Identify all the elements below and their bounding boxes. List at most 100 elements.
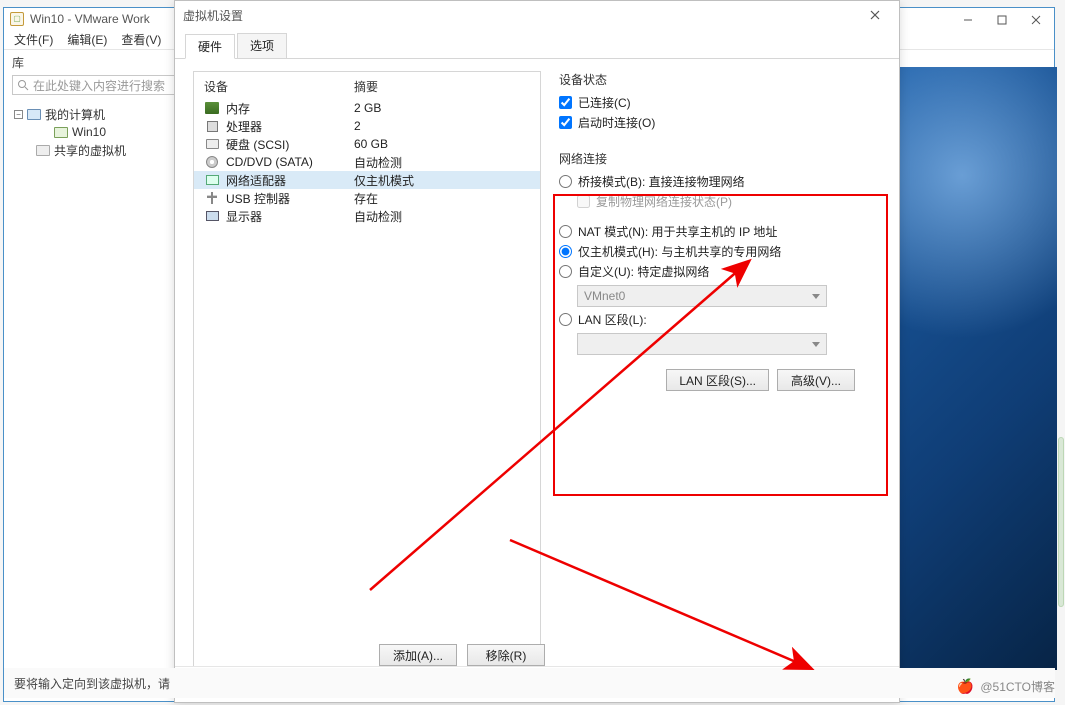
app-icon: ▢ bbox=[10, 12, 24, 26]
minimize-button[interactable] bbox=[951, 9, 985, 31]
vmnet-select: VMnet0 bbox=[577, 285, 827, 307]
connected-checkbox-input[interactable] bbox=[559, 96, 572, 109]
col-summary: 摘要 bbox=[354, 78, 530, 95]
connect-poweron-checkbox[interactable]: 启动时连接(O) bbox=[559, 112, 877, 132]
device-state-title: 设备状态 bbox=[559, 71, 877, 92]
status-bar: 要将输入定向到该虚拟机，请 bbox=[4, 668, 1055, 698]
chevron-down-icon bbox=[812, 342, 820, 347]
usb-icon bbox=[204, 191, 220, 205]
menu-file[interactable]: 文件(F) bbox=[14, 31, 53, 48]
window-title: Win10 - VMware Work bbox=[30, 8, 150, 30]
hardware-list-panel: 设备 摘要 内存 2 GB 处理器 2 硬盘 (SCSI) 60 GB CD/DVD (SA… bbox=[193, 71, 541, 677]
tree-shared-label: 共享的虚拟机 bbox=[54, 142, 126, 159]
lan-segment-select bbox=[577, 333, 827, 355]
chevron-down-icon bbox=[812, 294, 820, 299]
hw-name: USB 控制器 bbox=[226, 190, 290, 207]
hw-summary: 自动检测 bbox=[354, 208, 530, 225]
hw-name: 网络适配器 bbox=[226, 172, 286, 189]
lan-segment-label: LAN 区段(L): bbox=[578, 311, 647, 328]
hw-summary: 自动检测 bbox=[354, 154, 530, 171]
tree-root-label: 我的计算机 bbox=[45, 106, 105, 123]
apple-icon: 🍎 bbox=[957, 678, 974, 695]
nat-label: NAT 模式(N): 用于共享主机的 IP 地址 bbox=[578, 223, 777, 240]
hw-row-disk[interactable]: 硬盘 (SCSI) 60 GB bbox=[194, 135, 540, 153]
search-icon bbox=[17, 79, 29, 91]
vm-settings-dialog: 虚拟机设置 硬件 选项 设备 摘要 内存 2 GB 处理器 2 硬盘 (SCSI) 60 … bbox=[174, 0, 900, 703]
custom-radio-input[interactable] bbox=[559, 265, 572, 278]
replicate-label: 复制物理网络连接状态(P) bbox=[596, 193, 732, 210]
hw-name: 处理器 bbox=[226, 118, 262, 135]
computer-icon bbox=[27, 109, 41, 120]
hostonly-radio-input[interactable] bbox=[559, 245, 572, 258]
tab-options[interactable]: 选项 bbox=[237, 33, 287, 58]
hostonly-radio[interactable]: 仅主机模式(H): 与主机共享的专用网络 bbox=[559, 241, 877, 261]
bridged-radio-input[interactable] bbox=[559, 175, 572, 188]
close-button[interactable] bbox=[1019, 9, 1053, 31]
tree-vm-label: Win10 bbox=[72, 125, 106, 139]
custom-radio[interactable]: 自定义(U): 特定虚拟网络 bbox=[559, 261, 877, 281]
connected-label: 已连接(C) bbox=[578, 94, 631, 111]
dialog-title: 虚拟机设置 bbox=[183, 7, 243, 24]
hw-summary: 2 bbox=[354, 119, 530, 133]
replicate-checkbox-input bbox=[577, 195, 590, 208]
watermark: 🍎 @51CTO博客 bbox=[957, 678, 1055, 695]
remove-hardware-button[interactable]: 移除(R) bbox=[467, 644, 545, 666]
network-connection-title: 网络连接 bbox=[559, 150, 877, 171]
maximize-button[interactable] bbox=[985, 9, 1019, 31]
hostonly-label: 仅主机模式(H): 与主机共享的专用网络 bbox=[578, 243, 781, 260]
guest-desktop-preview bbox=[899, 67, 1057, 670]
hw-summary: 2 GB bbox=[354, 101, 530, 115]
hw-name: 硬盘 (SCSI) bbox=[226, 136, 289, 153]
network-settings-panel: 设备状态 已连接(C) 启动时连接(O) 网络连接 桥接模式(B): 直接连接物 bbox=[559, 71, 877, 401]
net-icon bbox=[204, 173, 220, 187]
hw-name: 内存 bbox=[226, 100, 250, 117]
settings-tabs: 硬件 选项 bbox=[175, 29, 899, 59]
lan-segment-radio-input[interactable] bbox=[559, 313, 572, 326]
bridged-radio[interactable]: 桥接模式(B): 直接连接物理网络 bbox=[559, 171, 877, 191]
tab-hardware[interactable]: 硬件 bbox=[185, 34, 235, 59]
nat-radio-input[interactable] bbox=[559, 225, 572, 238]
hw-row-usb[interactable]: USB 控制器 存在 bbox=[194, 189, 540, 207]
search-placeholder: 在此处键入内容进行搜索 bbox=[33, 77, 165, 94]
menu-edit[interactable]: 编辑(E) bbox=[67, 31, 107, 48]
disp-icon bbox=[204, 209, 220, 223]
dialog-title-bar: 虚拟机设置 bbox=[175, 1, 899, 29]
bridged-label: 桥接模式(B): 直接连接物理网络 bbox=[578, 173, 745, 190]
vmnet-value: VMnet0 bbox=[584, 289, 625, 303]
cpu-icon bbox=[204, 119, 220, 133]
advanced-button[interactable]: 高级(V)... bbox=[777, 369, 855, 391]
hw-row-disp[interactable]: 显示器 自动检测 bbox=[194, 207, 540, 225]
watermark-text: @51CTO博客 bbox=[980, 678, 1055, 695]
shared-icon bbox=[36, 145, 50, 156]
lan-segment-radio[interactable]: LAN 区段(L): bbox=[559, 309, 877, 329]
hw-row-cd[interactable]: CD/DVD (SATA) 自动检测 bbox=[194, 153, 540, 171]
disk-icon bbox=[204, 137, 220, 151]
scrollbar[interactable] bbox=[1058, 437, 1064, 607]
hw-summary: 60 GB bbox=[354, 137, 530, 151]
vm-icon bbox=[54, 127, 68, 138]
replicate-checkbox: 复制物理网络连接状态(P) bbox=[577, 191, 877, 211]
hw-row-net[interactable]: 网络适配器 仅主机模式 bbox=[194, 171, 540, 189]
collapse-icon[interactable]: − bbox=[14, 110, 23, 119]
custom-label: 自定义(U): 特定虚拟网络 bbox=[578, 263, 709, 280]
hw-row-mem[interactable]: 内存 2 GB bbox=[194, 99, 540, 117]
cd-icon bbox=[204, 155, 220, 169]
add-hardware-button[interactable]: 添加(A)... bbox=[379, 644, 457, 666]
dialog-close-button[interactable] bbox=[859, 5, 891, 25]
hw-name: CD/DVD (SATA) bbox=[226, 155, 313, 169]
lan-segments-button[interactable]: LAN 区段(S)... bbox=[666, 369, 769, 391]
menu-view[interactable]: 查看(V) bbox=[121, 31, 161, 48]
connect-poweron-checkbox-input[interactable] bbox=[559, 116, 572, 129]
connect-poweron-label: 启动时连接(O) bbox=[578, 114, 655, 131]
connected-checkbox[interactable]: 已连接(C) bbox=[559, 92, 877, 112]
hw-row-cpu[interactable]: 处理器 2 bbox=[194, 117, 540, 135]
col-device: 设备 bbox=[204, 78, 354, 95]
hw-summary: 仅主机模式 bbox=[354, 172, 530, 189]
status-hint: 要将输入定向到该虚拟机，请 bbox=[14, 675, 170, 692]
mem-icon bbox=[204, 101, 220, 115]
nat-radio[interactable]: NAT 模式(N): 用于共享主机的 IP 地址 bbox=[559, 221, 877, 241]
hardware-list-header: 设备 摘要 bbox=[194, 78, 540, 99]
hw-summary: 存在 bbox=[354, 190, 530, 207]
hw-name: 显示器 bbox=[226, 208, 262, 225]
back-window-controls bbox=[951, 9, 1053, 31]
